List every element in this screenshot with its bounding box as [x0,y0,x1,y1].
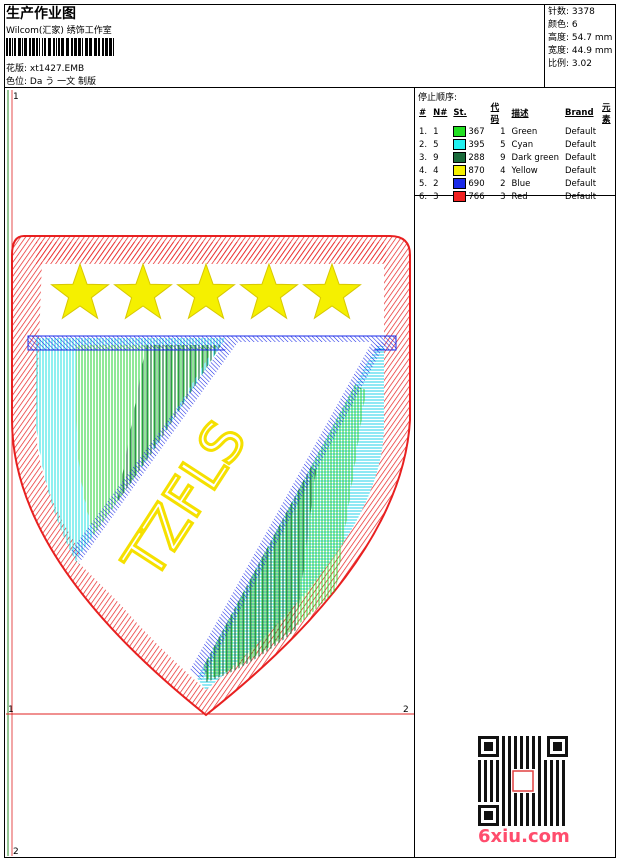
company-name: Wilcom(汇家) 绣饰工作室 [6,26,112,36]
header-divider [4,87,616,88]
row-code: 1 [500,126,506,137]
table-row: 4. 4 870 4 Yellow Default [416,164,620,177]
col-header: Brand [564,108,594,118]
color-swatch [453,191,467,202]
row-description: Yellow [511,165,538,176]
row-needle: 3 [433,191,439,202]
watermark-text: 6xiu.com [478,826,570,847]
row-description: Dark green [511,152,559,163]
row-code: 4 [500,165,506,176]
row-description: Red [511,191,528,202]
row-code: 5 [500,139,506,150]
col-header: St. [453,108,467,118]
row-element [599,138,620,151]
color-table: # N# St. 代码 描述 Brand 元素 1. 1 367 1 Green Defa… [416,101,620,203]
spec-scale: 比例: 3.02 [548,59,592,69]
pattern-row: 花版: xt1427.EMB [6,61,84,74]
row-index: 4. [419,165,428,176]
row-brand: Default [564,126,597,137]
row-needle: 4 [433,165,439,176]
row-element [599,125,620,138]
col-header: # [419,108,427,118]
row-needle: 9 [433,152,439,163]
stitch-count: 870 [468,166,485,176]
table-row: 1. 1 367 1 Green Default [416,125,620,138]
stitch-count: 395 [468,140,485,150]
col-header: 元素 [602,103,611,125]
row-stitches: 766 [450,190,487,203]
row-description: Blue [511,178,531,189]
qr-code-icon [478,736,568,826]
row-stitches: 870 [450,164,487,177]
row-index: 6. [419,191,428,202]
page-title: 生产作业图 [6,6,76,22]
color-swatch [453,126,467,137]
row-stitches: 690 [450,177,487,190]
row-index: 5. [419,178,428,189]
table-row: 6. 3 766 3 Red Default [416,190,620,203]
color-swatch [453,139,467,150]
table-row: 2. 5 395 5 Cyan Default [416,138,620,151]
row-brand: Default [564,191,597,202]
barcode-icon [6,38,114,56]
stitch-count: 766 [468,192,485,202]
stitch-count: 367 [468,127,485,137]
row-brand: Default [564,152,597,163]
row-index: 3. [419,152,428,163]
row-brand: Default [564,139,597,150]
row-code: 2 [500,178,506,189]
row-needle: 1 [433,126,439,137]
row-description: Green [511,126,538,137]
spec-colors: 颜色: 6 [548,20,578,30]
guide-mark: 1 [13,92,19,102]
color-row: 色位: Da う 一文 制版 [6,74,96,87]
row-element [599,177,620,190]
spec-height: 高度: 54.7 mm [548,33,613,43]
row-code: 9 [500,152,506,163]
row-stitches: 367 [450,125,487,138]
row-index: 1. [419,126,428,137]
pattern-value: xt1427.EMB [29,64,85,74]
color-swatch [453,165,467,176]
guide-mark: 1 [8,705,14,715]
table-row: 5. 2 690 2 Blue Default [416,177,620,190]
row-index: 2. [419,139,428,150]
col-header: N# [433,108,448,118]
color-value: Da う 一文 制版 [29,77,96,87]
panel-divider [414,87,415,858]
spec-list: 针数: 3378 颜色: 6 高度: 54.7 mm 宽度: 44.9 mm 比… [548,6,612,71]
spec-width: 宽度: 44.9 mm [548,46,613,56]
pattern-label: 花版: [6,64,28,74]
row-needle: 5 [433,139,439,150]
spec-stitches: 针数: 3378 [548,7,595,17]
row-description: Cyan [511,139,534,150]
row-brand: Default [564,178,597,189]
stitch-count: 690 [468,179,485,189]
color-label: 色位: [6,77,28,87]
row-brand: Default [564,165,597,176]
row-stitches: 288 [450,151,487,164]
col-header: 描述 [511,109,529,119]
spec-divider [544,4,545,88]
row-element [599,190,620,203]
row-code: 3 [500,191,506,202]
top-band [36,242,386,264]
stitch-count: 288 [468,153,485,163]
guide-mark: 2 [13,847,19,856]
table-header-row: # N# St. 代码 描述 Brand 元素 [416,101,620,125]
guide-mark: 2 [403,705,409,715]
color-swatch [453,178,467,189]
embroidery-design: TZFLS 1 2 1 2 [6,90,414,856]
row-stitches: 395 [450,138,487,151]
row-element [599,164,620,177]
row-element [599,151,620,164]
table-row: 3. 9 288 9 Dark green Default [416,151,620,164]
design-area: TZFLS 1 2 1 2 [6,90,414,856]
col-header: 代码 [490,103,500,125]
color-swatch [453,152,467,163]
row-needle: 2 [433,178,439,189]
